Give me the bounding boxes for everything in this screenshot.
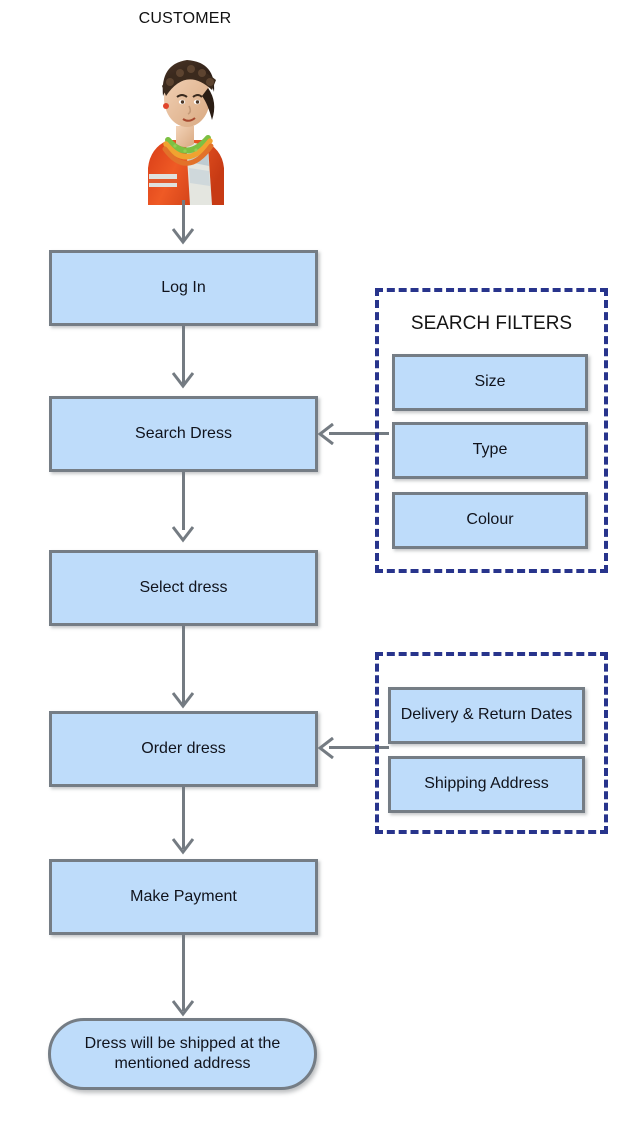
flowchart-canvas: CUSTOMER Log In Search Dress SEARCH FILT… <box>0 0 622 1127</box>
customer-avatar-icon <box>130 40 240 205</box>
filter-item-size-label: Size <box>474 373 506 391</box>
node-log-in-label: Log In <box>161 278 206 296</box>
panel-search-filters-title: SEARCH FILTERS <box>410 313 573 334</box>
order-detail-delivery-return-dates[interactable]: Delivery & Return Dates <box>388 687 585 744</box>
node-search-dress-label: Search Dress <box>135 424 232 442</box>
node-select-dress-label: Select dress <box>139 578 228 596</box>
node-shipping-confirmation-label: Dress will be shipped at the mentioned a… <box>84 1034 281 1072</box>
filter-item-colour[interactable]: Colour <box>392 492 588 549</box>
filter-item-type-label: Type <box>472 441 508 459</box>
node-log-in[interactable]: Log In <box>49 250 318 326</box>
filter-item-type[interactable]: Type <box>392 422 588 479</box>
filter-item-colour-label: Colour <box>466 511 514 529</box>
node-make-payment-label: Make Payment <box>130 887 237 905</box>
node-make-payment[interactable]: Make Payment <box>49 859 318 935</box>
node-order-dress-label: Order dress <box>141 739 226 757</box>
page-title: CUSTOMER <box>138 10 232 27</box>
order-detail-shipping-address-label: Shipping Address <box>424 775 549 793</box>
node-shipping-confirmation[interactable]: Dress will be shipped at the mentioned a… <box>48 1018 317 1090</box>
order-detail-shipping-address[interactable]: Shipping Address <box>388 756 585 813</box>
node-order-dress[interactable]: Order dress <box>49 711 318 787</box>
node-search-dress[interactable]: Search Dress <box>49 396 318 472</box>
node-select-dress[interactable]: Select dress <box>49 550 318 626</box>
connector-search-to-select <box>182 472 185 530</box>
order-detail-delivery-return-dates-label: Delivery & Return Dates <box>400 706 573 724</box>
filter-item-size[interactable]: Size <box>392 354 588 411</box>
